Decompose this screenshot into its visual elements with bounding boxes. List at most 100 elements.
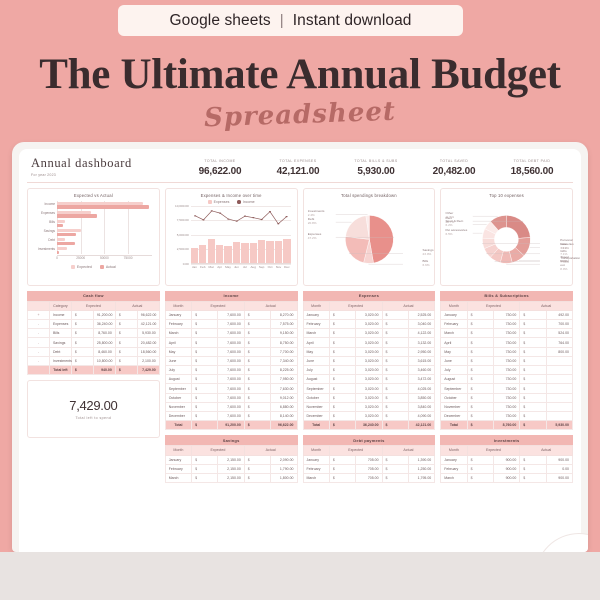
row-currency: $ xyxy=(381,365,409,376)
total-label: Total xyxy=(164,420,193,431)
hbar-category: Bills xyxy=(49,219,55,224)
row-actual: 8,225.00 xyxy=(270,365,298,376)
table-row[interactable]: November $730.00 $ xyxy=(440,401,574,412)
row-expected: 8,460.00 xyxy=(92,346,116,357)
table-row[interactable]: January $2,150.00 $2,090.00 xyxy=(164,454,298,465)
row-actual: 8,140.00 xyxy=(270,410,298,422)
table-row[interactable]: February $7,600.00 $7,575.00 xyxy=(164,319,298,330)
table-row[interactable]: February $2,150.00 $1,790.00 xyxy=(164,463,298,474)
table-row[interactable]: March $705.00 $1,795.00 xyxy=(302,472,436,484)
combo-x-tick: Dec xyxy=(284,264,290,269)
table-row[interactable]: July $730.00 $ xyxy=(440,365,574,376)
badge-instant-download: Instant download xyxy=(292,11,412,29)
table-row[interactable]: January $3,020.00 $2,525.00 xyxy=(302,309,436,321)
table-row[interactable]: April $7,600.00 $8,750.00 xyxy=(164,337,298,348)
table-row[interactable]: March $3,020.00 $4,122.00 xyxy=(302,328,436,339)
table-row[interactable]: March $7,600.00 $9,150.00 xyxy=(164,328,298,339)
table-row[interactable]: February $3,020.00 $3,040.00 xyxy=(302,319,436,330)
table-row[interactable]: - Debt $8,460.00 $18,560.00 xyxy=(27,346,160,357)
table-row[interactable]: November $3,020.00 $3,840.00 xyxy=(302,401,436,412)
table-row[interactable]: - Bills $8,760.00 $5,930.00 xyxy=(27,328,160,339)
row-currency: $ xyxy=(191,365,219,376)
table-row[interactable]: September $3,020.00 $4,025.00 xyxy=(302,383,436,394)
table-row[interactable]: November $7,600.00 $6,880.00 xyxy=(164,401,298,412)
table-debt-payments[interactable]: Debt payments Month Expected Actual January $… xyxy=(302,435,436,484)
table-col-header: Actual xyxy=(519,300,573,311)
table-row[interactable]: January $730.00 $492.00 xyxy=(440,309,574,321)
table-savings[interactable]: Savings Month Expected Actual January $2,150.… xyxy=(164,435,298,484)
table-row[interactable]: December $730.00 $ xyxy=(440,410,574,422)
table-row[interactable]: August $730.00 $ xyxy=(440,374,574,385)
row-label: October xyxy=(440,392,468,403)
table-row[interactable]: + Income $91,200.00 $96,622.00 xyxy=(27,309,160,321)
table-row[interactable]: June $7,600.00 $7,340.00 xyxy=(164,355,298,367)
table-row[interactable]: January $900.00 $900.00 xyxy=(440,454,574,465)
row-currency: $ xyxy=(466,472,494,484)
table-row[interactable]: - Expenses $36,240.00 $42,121.00 xyxy=(27,319,160,330)
row-mark: - xyxy=(27,346,50,357)
table-row[interactable]: October $3,020.00 $3,850.00 xyxy=(302,392,436,403)
table-caption: Expenses xyxy=(302,290,436,301)
table-row[interactable]: August $7,600.00 $7,950.00 xyxy=(164,374,298,385)
tables-column-2: Income Month Expected Actual January $7,600.0… xyxy=(164,290,298,484)
table-row[interactable]: October $7,600.00 $9,012.00 xyxy=(164,392,298,403)
table-row[interactable]: July $7,600.00 $8,225.00 xyxy=(164,365,298,376)
row-label: May xyxy=(440,346,468,357)
table-row[interactable]: March $730.00 $524.00 xyxy=(440,328,574,339)
row-expected: 7,600.00 xyxy=(217,410,245,422)
row-label: February xyxy=(302,319,330,330)
row-currency: $ xyxy=(243,355,272,367)
table-caption: Cash flow xyxy=(27,290,160,301)
table-expenses[interactable]: Expenses Month Expected Actual January $3,020… xyxy=(302,290,436,431)
table-row[interactable]: May $3,020.00 $2,950.00 xyxy=(302,346,436,357)
hbar-x-tick: 25000 xyxy=(76,255,86,260)
table-row[interactable]: February $900.00 $0.00 xyxy=(440,463,574,474)
table-row[interactable]: December $7,600.00 $8,140.00 xyxy=(164,410,298,422)
legend-label: Actual xyxy=(105,264,116,269)
row-label: August xyxy=(164,374,193,385)
row-actual: 1,795.00 xyxy=(407,472,436,484)
row-actual: 3,460.00 xyxy=(407,365,436,376)
table-row[interactable]: May $7,600.00 $7,700.00 xyxy=(164,346,298,357)
table-row[interactable]: March $900.00 $900.00 xyxy=(440,472,574,484)
table-bills-subscriptions[interactable]: Bills & Subscriptions Month Expected Actual… xyxy=(440,290,574,431)
row-currency: $ xyxy=(243,410,272,422)
table-col-header: Month xyxy=(440,300,468,311)
table-row[interactable]: September $7,600.00 $7,630.00 xyxy=(164,383,298,394)
table-row[interactable]: September $730.00 $ xyxy=(440,383,574,394)
row-actual: 900.00 xyxy=(545,472,574,484)
table-row[interactable]: - Savings $25,800.00 $20,482.00 xyxy=(27,337,160,348)
row-expected: 3,020.00 xyxy=(355,337,383,348)
row-expected: 7,600.00 xyxy=(217,328,245,339)
table-income[interactable]: Income Month Expected Actual January $7,600.0… xyxy=(164,290,298,431)
row-currency: $ xyxy=(381,346,409,357)
table-cash-flow[interactable]: Cash flow Category Expected Actual + Income $9… xyxy=(27,290,160,376)
table-row[interactable]: June $3,020.00 $3,615.00 xyxy=(302,355,436,367)
table-row[interactable]: July $3,020.00 $3,460.00 xyxy=(302,365,436,376)
row-label: Debt xyxy=(48,346,72,357)
row-currency: $ xyxy=(381,328,409,339)
table-row[interactable]: January $7,600.00 $8,270.00 xyxy=(164,309,298,321)
table-row[interactable]: June $730.00 $ xyxy=(440,355,574,367)
row-currency: $ xyxy=(328,346,357,357)
row-currency: $ xyxy=(519,374,547,385)
row-actual: 8,270.00 xyxy=(270,309,298,321)
table-row[interactable]: April $730.00 $764.00 xyxy=(440,337,574,348)
total-actual: 42,121.00 xyxy=(407,420,436,431)
row-actual: 3,840.00 xyxy=(407,401,436,412)
total-label: Total xyxy=(302,420,330,431)
table-investments[interactable]: Investments Month Expected Actual January $90… xyxy=(440,435,574,484)
table-row[interactable]: March $2,150.00 $1,800.00 xyxy=(164,472,298,484)
row-currency: $ xyxy=(114,355,138,367)
table-row[interactable]: February $705.00 $1,250.00 xyxy=(302,463,436,474)
tables-column-1: Cash flow Category Expected Actual + Income $9… xyxy=(27,290,160,439)
table-row[interactable]: December $3,020.00 $4,090.00 xyxy=(302,410,436,422)
table-row[interactable]: - Investments $10,800.00 $2,100.00 xyxy=(27,355,160,367)
table-row[interactable]: February $730.00 $700.00 xyxy=(440,319,574,330)
table-row[interactable]: October $730.00 $ xyxy=(440,392,574,403)
row-label: March xyxy=(302,472,330,484)
table-row[interactable]: May $730.00 $800.00 xyxy=(440,346,574,357)
table-row[interactable]: April $3,020.00 $3,132.00 xyxy=(302,337,436,348)
table-row[interactable]: August $3,020.00 $3,472.00 xyxy=(302,374,436,385)
table-row[interactable]: January $705.00 $1,390.00 xyxy=(302,454,436,465)
